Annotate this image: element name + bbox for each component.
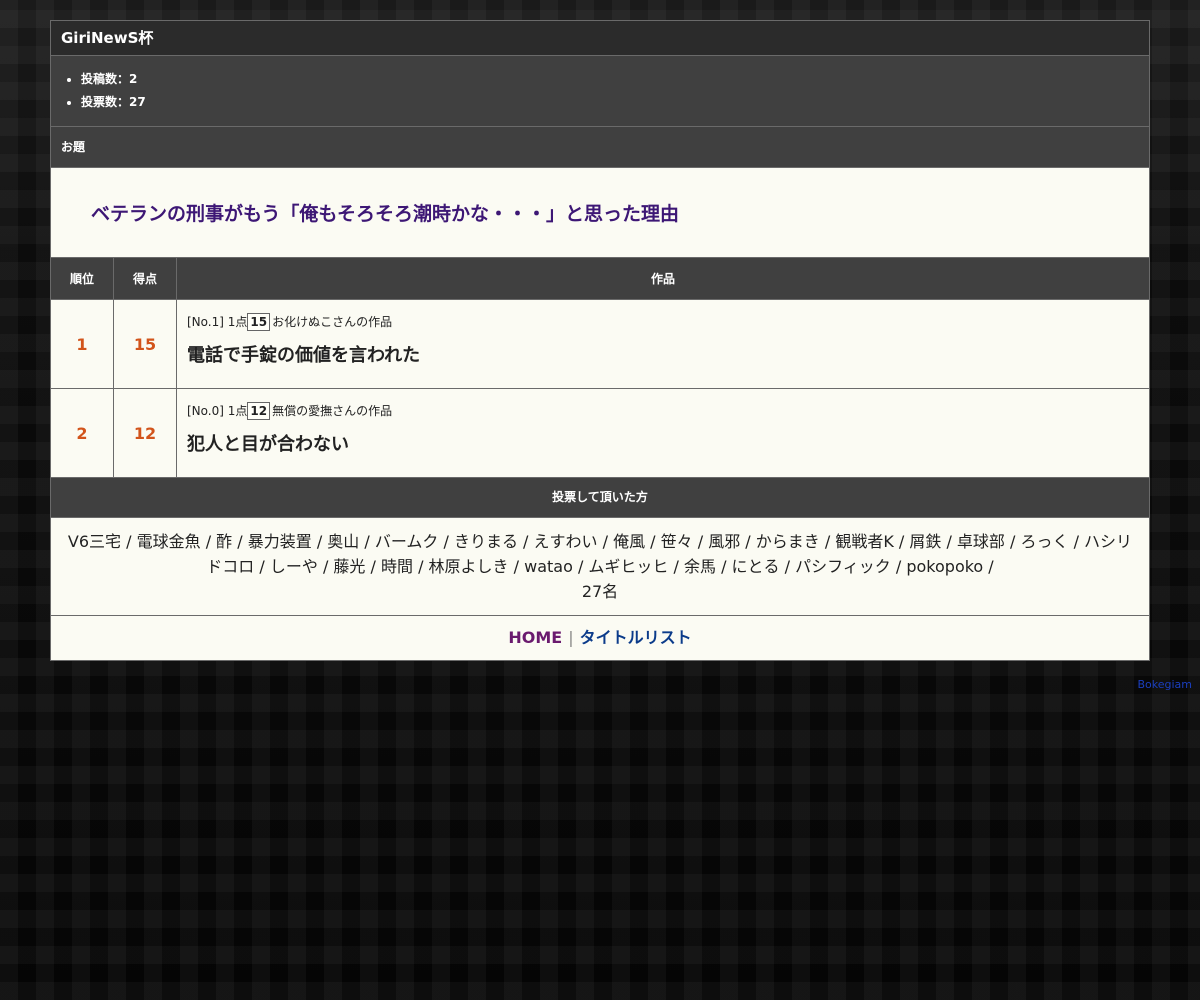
footer-nav: HOME | タイトルリスト xyxy=(51,616,1149,660)
table-row: 2 12 [No.0] 1点 12 無償の愛撫さんの作品 犯人と目が合わない xyxy=(51,388,1149,478)
voters-label: 投票して頂いた方 xyxy=(51,478,1149,518)
work-cell: [No.1] 1点 15 お化けぬこさんの作品 電話で手錠の価値を言われた xyxy=(176,299,1149,389)
work-author: お化けぬこさんの作品 xyxy=(272,315,393,329)
work-score-badge: 12 xyxy=(247,402,271,420)
score-column-header: 得点 xyxy=(113,258,177,300)
ranking-header-row: 順位 得点 作品 xyxy=(51,258,1149,300)
ranking-table: 順位 得点 作品 1 15 [No.1] 1点 15 お化けぬこさんの作品 電話で手… xyxy=(51,258,1149,478)
home-link[interactable]: HOME xyxy=(508,628,562,647)
vote-count: 投票数：27 xyxy=(81,91,1149,114)
work-meta: [No.0] 1点 12 無償の愛撫さんの作品 xyxy=(187,402,1148,420)
work-score-badge: 15 xyxy=(247,313,271,331)
work-cell: [No.0] 1点 12 無償の愛撫さんの作品 犯人と目が合わない xyxy=(176,388,1149,478)
post-count: 投稿数：2 xyxy=(81,68,1149,91)
voters-box: V6三宅 / 電球金魚 / 酢 / 暴力装置 / 奥山 / バームク / きりま… xyxy=(51,518,1149,616)
odai-text: ベテランの刑事がもう「俺もそろそろ潮時かな・・・」と思った理由 xyxy=(91,203,680,225)
table-row: 1 15 [No.1] 1点 15 お化けぬこさんの作品 電話で手錠の価値を言われた xyxy=(51,299,1149,389)
score-cell: 12 xyxy=(113,388,177,478)
contest-panel: GiriNewS杯 投稿数：2 投票数：27 お題 ベテランの刑事がもう「俺もそ… xyxy=(50,20,1150,661)
rank-column-header: 順位 xyxy=(51,258,114,300)
odai-label: お題 xyxy=(51,127,1149,168)
nav-separator: | xyxy=(568,628,574,647)
voter-count: 27名 xyxy=(581,582,619,601)
work-title: 電話で手錠の価値を言われた xyxy=(187,345,421,366)
work-number: [No.1] 1点 xyxy=(187,315,248,329)
work-number: [No.0] 1点 xyxy=(187,404,248,418)
title-list-link[interactable]: タイトルリスト xyxy=(580,628,692,647)
rank-cell: 2 xyxy=(51,388,114,478)
work-column-header: 作品 xyxy=(176,258,1149,300)
rank-cell: 1 xyxy=(51,299,114,389)
work-title: 犯人と目が合わない xyxy=(187,434,349,455)
work-author: 無償の愛撫さんの作品 xyxy=(272,404,393,418)
credit-link[interactable]: Bokegiam xyxy=(1137,678,1192,691)
contest-stats: 投稿数：2 投票数：27 xyxy=(51,56,1149,127)
odai-box: ベテランの刑事がもう「俺もそろそろ潮時かな・・・」と思った理由 xyxy=(51,168,1149,258)
voter-list: V6三宅 / 電球金魚 / 酢 / 暴力装置 / 奥山 / バームク / きりま… xyxy=(67,532,1133,576)
contest-title: GiriNewS杯 xyxy=(51,21,1149,56)
work-meta: [No.1] 1点 15 お化けぬこさんの作品 xyxy=(187,313,1148,331)
score-cell: 15 xyxy=(113,299,177,389)
